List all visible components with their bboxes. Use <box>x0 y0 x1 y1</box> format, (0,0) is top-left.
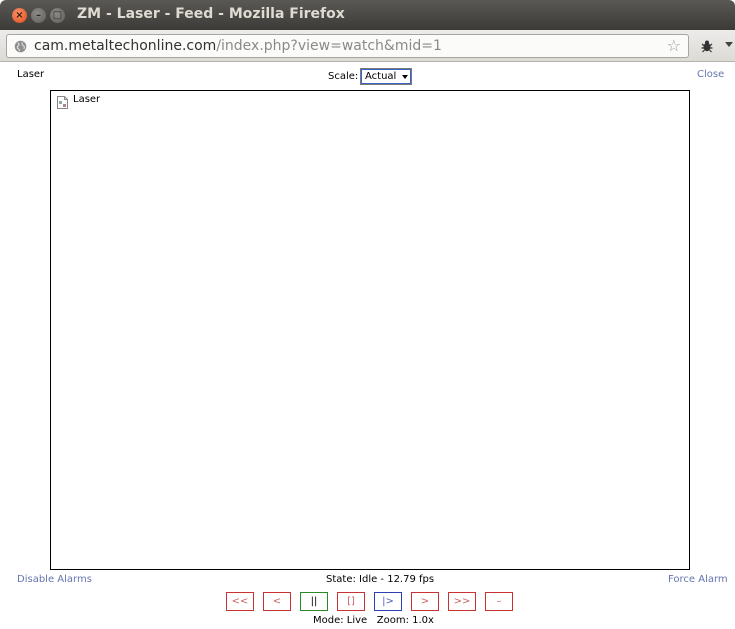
close-link[interactable]: Close <box>697 69 724 80</box>
window-titlebar: × – □ ZM - Laser - Feed - Mozilla Firefo… <box>0 0 735 30</box>
force-alarm-link[interactable]: Force Alarm <box>668 574 728 585</box>
slow-rewind-button[interactable]: < <box>263 592 291 611</box>
globe-icon <box>14 40 27 53</box>
window-title: ZM - Laser - Feed - Mozilla Firefox <box>77 6 345 22</box>
addon-bug-icon[interactable] <box>699 38 715 54</box>
window-maximize-icon[interactable]: □ <box>50 8 65 23</box>
url-text[interactable]: cam.metaltechonline.com/index.php?view=w… <box>34 38 442 54</box>
feed-alt-text: Laser <box>73 94 101 105</box>
page-content: Laser Scale: Actual Close Laser Disable … <box>0 62 735 629</box>
navigation-toolbar: cam.metaltechonline.com/index.php?view=w… <box>0 30 735 62</box>
live-feed-image: Laser <box>50 90 690 570</box>
disable-alarms-link[interactable]: Disable Alarms <box>17 574 92 585</box>
mode-text: Mode: Live <box>313 615 368 626</box>
zoom-text: Zoom: 1.0x <box>376 615 434 626</box>
window-close-icon[interactable]: × <box>12 8 27 23</box>
state-status: State: Idle - 12.79 fps <box>326 574 435 585</box>
url-host: cam.metaltechonline.com <box>34 38 217 54</box>
broken-image-icon <box>57 96 68 109</box>
monitor-name: Laser <box>17 69 45 80</box>
scale-label: Scale: <box>328 71 359 82</box>
zoom-out-button[interactable]: – <box>485 592 513 611</box>
slow-forward-button[interactable]: > <box>411 592 439 611</box>
mode-zoom-status: Mode: Live Zoom: 1.0x <box>313 615 434 626</box>
stop-button[interactable]: [] <box>337 592 365 611</box>
fast-rewind-button[interactable]: << <box>226 592 254 611</box>
pause-button[interactable]: || <box>300 592 328 611</box>
url-bar[interactable]: cam.metaltechonline.com/index.php?view=w… <box>6 34 689 58</box>
play-button[interactable]: |> <box>374 592 402 611</box>
window-minimize-icon[interactable]: – <box>31 8 46 23</box>
url-path: /index.php?view=watch&mid=1 <box>216 38 442 54</box>
scale-select-value: Actual <box>365 71 397 82</box>
menu-dropdown-icon[interactable] <box>725 42 733 47</box>
fast-forward-button[interactable]: >> <box>448 592 476 611</box>
star-icon[interactable]: ☆ <box>667 36 681 55</box>
chevron-down-icon <box>402 75 408 79</box>
scale-select[interactable]: Actual <box>360 68 412 85</box>
